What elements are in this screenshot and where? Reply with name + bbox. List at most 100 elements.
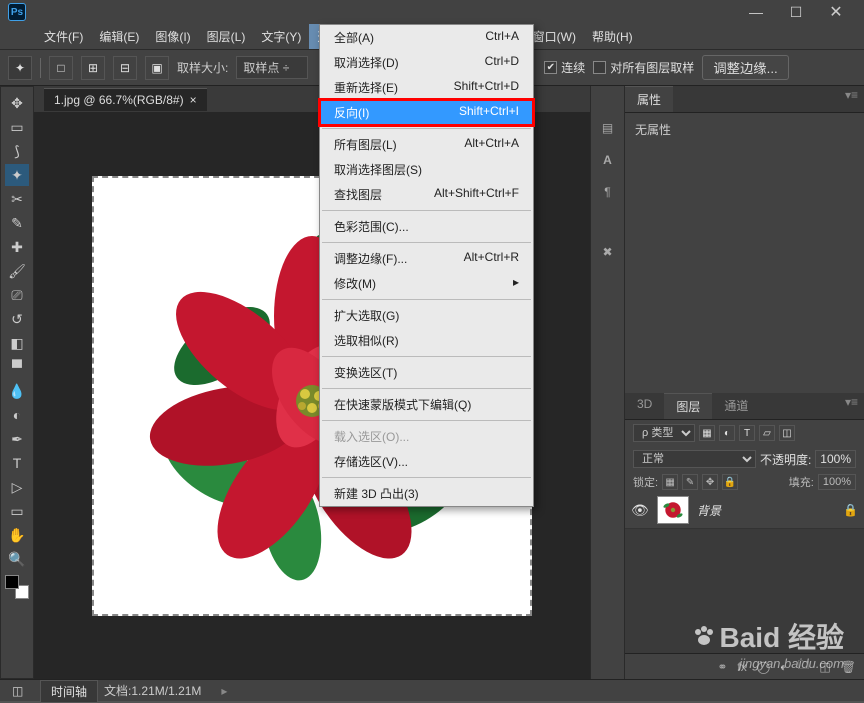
- selection-intersect-icon[interactable]: ▣: [145, 56, 169, 80]
- delete-layer-icon[interactable]: 🗑: [841, 660, 856, 674]
- menu-item-A[interactable]: 全部(A)Ctrl+A: [320, 25, 533, 50]
- close-tab-icon[interactable]: ×: [190, 93, 197, 107]
- history-brush-tool[interactable]: ↺: [5, 308, 29, 330]
- layers-tab-3D[interactable]: 3D: [625, 393, 664, 419]
- layers-tab-通道[interactable]: 通道: [712, 393, 760, 419]
- crop-tool[interactable]: ✂: [5, 188, 29, 210]
- close-button[interactable]: ✕: [816, 2, 856, 22]
- lock-position-icon[interactable]: ✥: [702, 474, 718, 490]
- menu-item-D[interactable]: 取消选择(D)Ctrl+D: [320, 50, 533, 75]
- eraser-tool[interactable]: ◧: [5, 332, 29, 354]
- character-panel-icon[interactable]: A: [596, 148, 620, 172]
- menu-item-R[interactable]: 选取相似(R): [320, 328, 533, 353]
- adjustments-panel-icon[interactable]: ✖: [596, 240, 620, 264]
- layer-filter-select[interactable]: ρ 类型: [633, 424, 695, 442]
- filter-shape-icon[interactable]: ▱: [759, 425, 775, 441]
- menu-3[interactable]: 图层(L): [199, 24, 254, 49]
- adjustment-icon[interactable]: ◐: [780, 660, 787, 674]
- lock-transparent-icon[interactable]: ▦: [662, 474, 678, 490]
- menu-10[interactable]: 帮助(H): [584, 24, 641, 49]
- pen-tool[interactable]: ✒: [5, 428, 29, 450]
- menu-1[interactable]: 编辑(E): [91, 24, 147, 49]
- menu-item-T[interactable]: 变换选区(T): [320, 360, 533, 385]
- all-layers-checkbox[interactable]: 对所有图层取样: [593, 59, 694, 76]
- menu-0[interactable]: 文件(F): [36, 24, 91, 49]
- opacity-value[interactable]: 100%: [815, 450, 856, 468]
- lasso-tool[interactable]: ⟆: [5, 140, 29, 162]
- properties-tab[interactable]: 属性: [625, 86, 673, 112]
- layer-thumbnail[interactable]: [657, 496, 689, 524]
- titlebar: Ps — ☐ ✕: [0, 0, 864, 24]
- brush-tool[interactable]: 🖌: [5, 260, 29, 282]
- lock-icon: 🔒: [843, 503, 858, 517]
- selection-sub-icon[interactable]: ⊟: [113, 56, 137, 80]
- filter-type-icon[interactable]: T: [739, 425, 755, 441]
- filter-pixel-icon[interactable]: ▦: [699, 425, 715, 441]
- gradient-tool[interactable]: ▀: [5, 356, 29, 378]
- menu-item-S[interactable]: 取消选择图层(S): [320, 157, 533, 182]
- dodge-tool[interactable]: ◐: [5, 404, 29, 426]
- menu-item-3D3[interactable]: 新建 3D 凸出(3): [320, 481, 533, 506]
- document-tab[interactable]: 1.jpg @ 66.7%(RGB/8#) ×: [44, 88, 207, 111]
- opacity-label: 不透明度:: [760, 451, 811, 468]
- menu-item-Q[interactable]: 在快速蒙版模式下编辑(Q): [320, 392, 533, 417]
- zoom-tool[interactable]: 🔍: [5, 548, 29, 570]
- current-tool-icon[interactable]: ✦: [8, 56, 32, 80]
- selection-new-icon[interactable]: □: [49, 56, 73, 80]
- healing-tool[interactable]: ✚: [5, 236, 29, 258]
- panels: 属性 ▾≡ 无属性 3D图层通道 ▾≡ ρ 类型 ▦ ◐ T ▱ ◫ 正常 不透明…: [624, 86, 864, 679]
- menu-item-V[interactable]: 存储选区(V)...: [320, 449, 533, 474]
- selection-add-icon[interactable]: ⊞: [81, 56, 105, 80]
- visibility-icon[interactable]: 👁: [631, 502, 649, 519]
- layers-tab-图层[interactable]: 图层: [664, 393, 712, 419]
- lock-all-icon[interactable]: 🔒: [722, 474, 738, 490]
- magic-wand-tool[interactable]: ✦: [5, 164, 29, 186]
- fg-bg-color[interactable]: [5, 575, 29, 599]
- new-layer-icon[interactable]: ◫: [819, 660, 830, 674]
- paragraph-panel-icon[interactable]: ¶: [596, 180, 620, 204]
- link-layers-icon[interactable]: ⚭: [717, 660, 727, 674]
- marquee-tool[interactable]: ▭: [5, 116, 29, 138]
- select-menu-dropdown: 全部(A)Ctrl+A取消选择(D)Ctrl+D重新选择(E)Shift+Ctr…: [319, 24, 534, 507]
- fill-value[interactable]: 100%: [818, 474, 856, 490]
- menu-item-E[interactable]: 重新选择(E)Shift+Ctrl+D: [320, 75, 533, 100]
- properties-body: 无属性: [625, 113, 864, 393]
- lock-pixels-icon[interactable]: ✎: [682, 474, 698, 490]
- menu-4[interactable]: 文字(Y): [253, 24, 309, 49]
- menu-item-[interactable]: 查找图层Alt+Shift+Ctrl+F: [320, 182, 533, 207]
- panel-menu-icon[interactable]: ▾≡: [839, 86, 864, 112]
- stamp-tool[interactable]: ⎚: [5, 284, 29, 306]
- eyedropper-tool[interactable]: ✎: [5, 212, 29, 234]
- menu-item-L[interactable]: 所有图层(L)Alt+Ctrl+A: [320, 132, 533, 157]
- menu-item-G[interactable]: 扩大选取(G): [320, 303, 533, 328]
- maximize-button[interactable]: ☐: [776, 2, 816, 22]
- path-select-tool[interactable]: ▷: [5, 476, 29, 498]
- blend-mode-select[interactable]: 正常: [633, 450, 756, 468]
- menu-item-I[interactable]: 反向(I)Shift+Ctrl+I: [320, 100, 533, 125]
- refine-edge-button[interactable]: 调整边缘...: [702, 55, 788, 80]
- hand-tool[interactable]: ✋: [5, 524, 29, 546]
- menu-item-F[interactable]: 调整边缘(F)...Alt+Ctrl+R: [320, 246, 533, 271]
- type-tool[interactable]: T: [5, 452, 29, 474]
- menu-item-M[interactable]: 修改(M)▸: [320, 271, 533, 296]
- fx-icon[interactable]: fx: [737, 660, 746, 674]
- timeline-tab[interactable]: 时间轴: [40, 680, 98, 703]
- contiguous-checkbox[interactable]: ✔ 连续: [544, 59, 585, 76]
- contiguous-label: 连续: [561, 59, 585, 76]
- move-tool[interactable]: ✥: [5, 92, 29, 114]
- layers-panel-menu[interactable]: ▾≡: [839, 393, 864, 419]
- filter-adjust-icon[interactable]: ◐: [719, 425, 735, 441]
- layer-row-background[interactable]: 👁 背景 🔒: [625, 492, 864, 529]
- filter-smart-icon[interactable]: ◫: [779, 425, 795, 441]
- shape-tool[interactable]: ▭: [5, 500, 29, 522]
- quickmask-icon[interactable]: ◫: [12, 684, 23, 698]
- layer-name[interactable]: 背景: [697, 502, 721, 519]
- minimize-button[interactable]: —: [736, 2, 776, 22]
- blur-tool[interactable]: 💧: [5, 380, 29, 402]
- menu-2[interactable]: 图像(I): [147, 24, 198, 49]
- history-panel-icon[interactable]: ▤: [596, 116, 620, 140]
- group-icon[interactable]: 🗀: [797, 656, 809, 677]
- menu-item-C[interactable]: 色彩范围(C)...: [320, 214, 533, 239]
- sample-size-select[interactable]: 取样点 ÷: [236, 56, 308, 79]
- mask-icon[interactable]: ◯: [757, 660, 770, 674]
